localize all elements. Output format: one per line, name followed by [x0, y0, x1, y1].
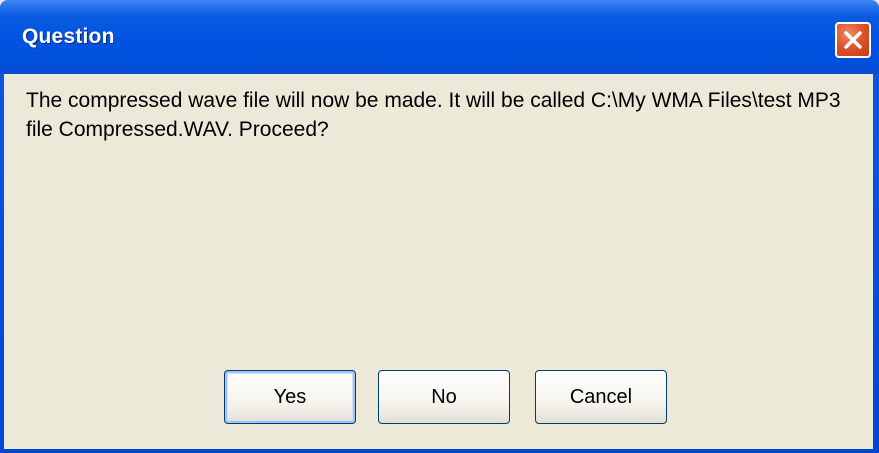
- title-bar[interactable]: Question: [0, 0, 879, 74]
- close-button[interactable]: [835, 22, 871, 58]
- dialog-title: Question: [22, 25, 115, 48]
- question-dialog: Question The compressed wave file will n…: [0, 0, 879, 453]
- no-button[interactable]: No: [378, 370, 510, 424]
- yes-button[interactable]: Yes: [224, 370, 356, 424]
- cancel-button[interactable]: Cancel: [535, 370, 667, 424]
- dialog-message: The compressed wave file will now be mad…: [26, 89, 841, 141]
- dialog-body: The compressed wave file will now be mad…: [4, 74, 873, 449]
- close-icon: [844, 31, 862, 49]
